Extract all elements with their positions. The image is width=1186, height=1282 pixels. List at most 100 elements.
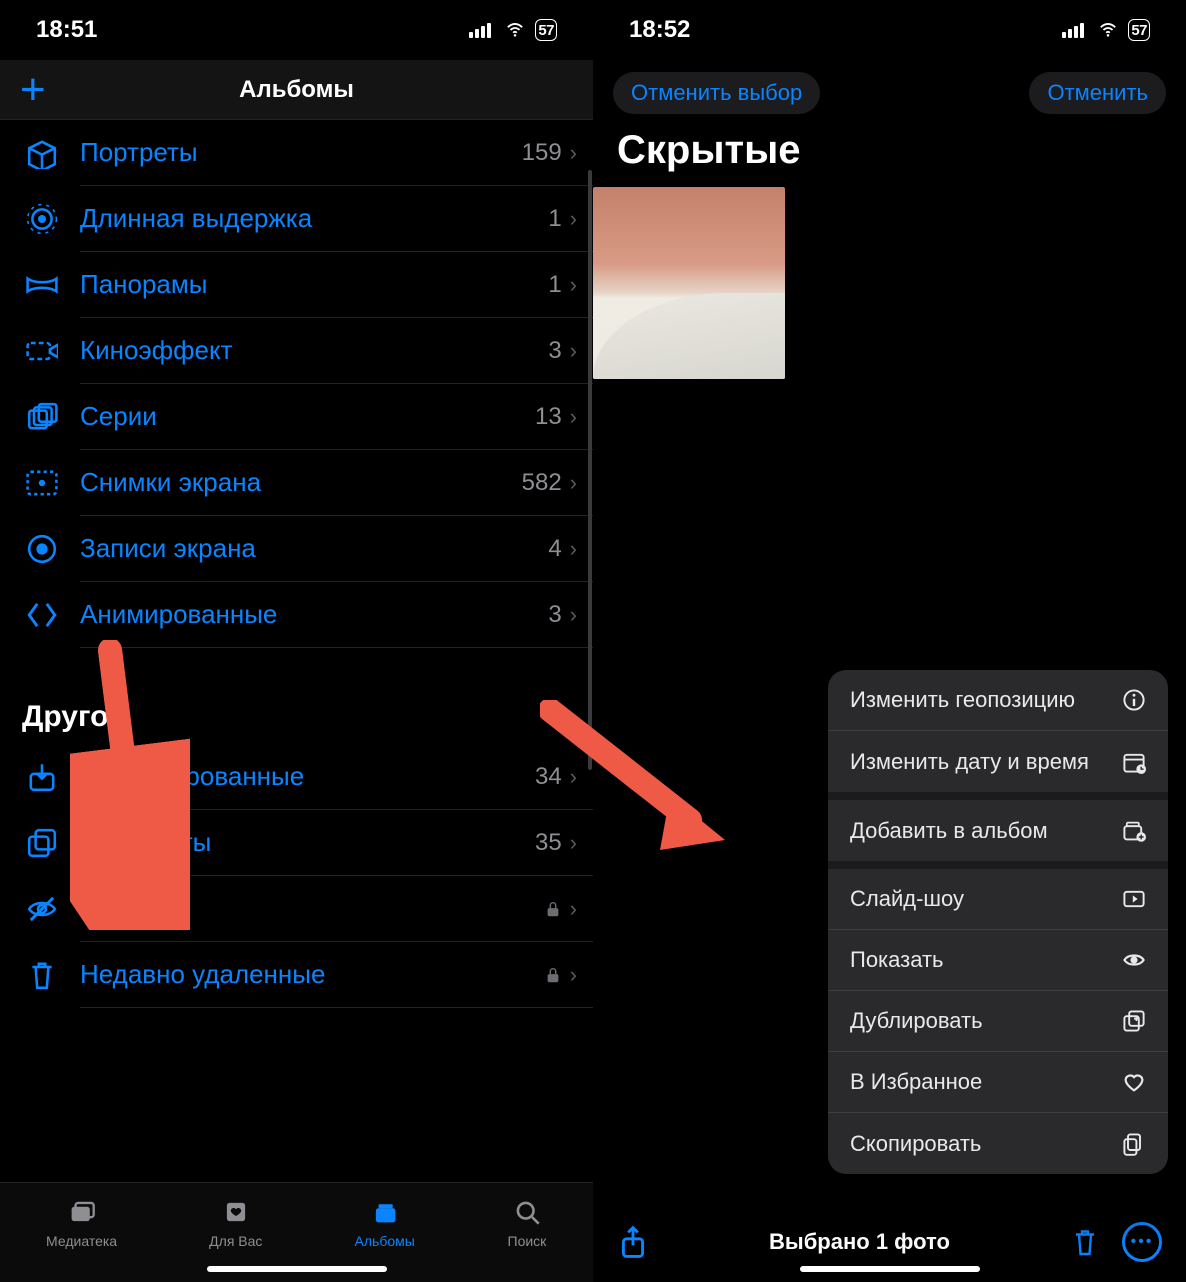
album-list: Портреты 159 › Длинная выдержка 1 › Пано…	[0, 120, 593, 1182]
tab-foryou[interactable]: Для Вас	[209, 1195, 262, 1249]
menu-item[interactable]: В Избранное	[828, 1052, 1168, 1113]
dup-icon	[22, 823, 62, 863]
menu-item-label: Слайд-шоу	[850, 886, 964, 912]
status-time: 18:52	[629, 16, 690, 44]
menu-item[interactable]: Добавить в альбом	[828, 800, 1168, 861]
section-header: Другое	[22, 700, 593, 734]
album-label: Портреты	[80, 137, 522, 168]
more-button[interactable]: •••	[1122, 1222, 1162, 1262]
home-indicator[interactable]	[207, 1266, 387, 1272]
import-icon	[22, 757, 62, 797]
chevron-right-icon: ›	[570, 536, 577, 562]
cancel-button[interactable]: Отменить	[1029, 72, 1166, 114]
album-count: 1	[548, 271, 561, 299]
pano-icon	[22, 265, 62, 305]
tab-label: Альбомы	[355, 1233, 415, 1249]
album-count: 13	[535, 403, 562, 431]
album-row[interactable]: Киноэффект 3 ›	[80, 318, 593, 384]
photo-thumbnail[interactable]: ✓	[593, 187, 785, 379]
status-bar: 18:52 57	[593, 0, 1186, 60]
album-count: 34	[535, 763, 562, 791]
album-label: Скрытые	[80, 893, 544, 924]
chevron-right-icon: ›	[570, 764, 577, 790]
album-row[interactable]: Импортированные 34 ›	[80, 744, 593, 810]
album-label: Недавно удаленные	[80, 959, 544, 990]
cellular-icon	[1062, 22, 1088, 38]
chevron-right-icon: ›	[570, 338, 577, 364]
tab-search[interactable]: Поиск	[507, 1195, 547, 1249]
chevron-right-icon: ›	[570, 272, 577, 298]
delete-button[interactable]	[1070, 1225, 1100, 1259]
menu-item[interactable]: Дублировать	[828, 991, 1168, 1052]
album-row[interactable]: Снимки экрана 582 ›	[80, 450, 593, 516]
screen-albums: 18:51 57 + Альбомы Портреты 159 › Длинна…	[0, 0, 593, 1282]
tab-label: Для Вас	[209, 1233, 262, 1249]
tab-albums[interactable]: Альбомы	[355, 1195, 415, 1249]
copy-icon	[1122, 1132, 1146, 1156]
scroll-indicator[interactable]	[588, 170, 592, 770]
album-row[interactable]: Записи экрана 4 ›	[80, 516, 593, 582]
album-count: 159	[522, 139, 562, 167]
album-count: 4	[548, 535, 561, 563]
album-label: Анимированные	[80, 599, 548, 630]
status-time: 18:51	[36, 16, 97, 44]
trash-icon	[22, 955, 62, 995]
album-label: Киноэффект	[80, 335, 548, 366]
wifi-icon	[503, 21, 527, 39]
menu-item[interactable]: Скопировать	[828, 1113, 1168, 1174]
live-icon	[22, 199, 62, 239]
chevron-right-icon: ›	[570, 602, 577, 628]
tab-label: Поиск	[508, 1233, 547, 1249]
album-label: Записи экрана	[80, 533, 548, 564]
nav-bar: Отменить выбор Отменить Скрытые	[593, 60, 1186, 187]
tab-library[interactable]: Медиатека	[46, 1195, 117, 1249]
chevron-right-icon: ›	[570, 470, 577, 496]
lock-icon	[544, 965, 562, 985]
album-row[interactable]: Панорамы 1 ›	[80, 252, 593, 318]
album-row[interactable]: Портреты 159 ›	[80, 120, 593, 186]
album-count: 1	[548, 205, 561, 233]
menu-item-label: Добавить в альбом	[850, 818, 1048, 844]
battery-icon: 57	[1128, 19, 1150, 41]
chevron-right-icon: ›	[570, 140, 577, 166]
cube-icon	[22, 133, 62, 173]
menu-item[interactable]: Изменить геопозицию	[828, 670, 1168, 731]
menu-item-label: Дублировать	[850, 1008, 983, 1034]
rec-icon	[22, 529, 62, 569]
chevron-right-icon: ›	[570, 896, 577, 922]
burst-icon	[22, 397, 62, 437]
album-row[interactable]: Длинная выдержка 1 ›	[80, 186, 593, 252]
eye-icon	[1122, 948, 1146, 972]
album-label: Длинная выдержка	[80, 203, 548, 234]
nav-bar: + Альбомы	[0, 60, 593, 120]
play-icon	[1122, 887, 1146, 911]
battery-icon: 57	[535, 19, 557, 41]
share-button[interactable]	[617, 1224, 649, 1260]
cancel-selection-button[interactable]: Отменить выбор	[613, 72, 820, 114]
album-row[interactable]: Скрытые ›	[80, 876, 593, 942]
menu-item-label: Скопировать	[850, 1131, 981, 1157]
anim-icon	[22, 595, 62, 635]
dup2-icon	[1122, 1009, 1146, 1033]
context-menu: Изменить геопозициюИзменить дату и время…	[828, 670, 1168, 1174]
selected-check-icon: ✓	[747, 341, 777, 371]
album-row[interactable]: Анимированные 3 ›	[80, 582, 593, 648]
album-count: 35	[535, 829, 562, 857]
album-count: 3	[548, 601, 561, 629]
menu-item[interactable]: Показать	[828, 930, 1168, 991]
nav-title: Альбомы	[0, 76, 593, 104]
lock-icon	[544, 899, 562, 919]
album-row[interactable]: Серии 13 ›	[80, 384, 593, 450]
album-count: 3	[548, 337, 561, 365]
chevron-right-icon: ›	[570, 962, 577, 988]
screen-hidden: 18:52 57 Отменить выбор Отменить Скрытые…	[593, 0, 1186, 1282]
album-label: Панорамы	[80, 269, 548, 300]
addalbum-icon	[1122, 819, 1146, 843]
album-row[interactable]: Недавно удаленные ›	[80, 942, 593, 1008]
menu-item[interactable]: Слайд-шоу	[828, 869, 1168, 930]
home-indicator[interactable]	[800, 1266, 980, 1272]
hidden-icon	[22, 889, 62, 929]
tab-label: Медиатека	[46, 1233, 117, 1249]
menu-item[interactable]: Изменить дату и время	[828, 731, 1168, 792]
album-row[interactable]: Дубликаты 35 ›	[80, 810, 593, 876]
